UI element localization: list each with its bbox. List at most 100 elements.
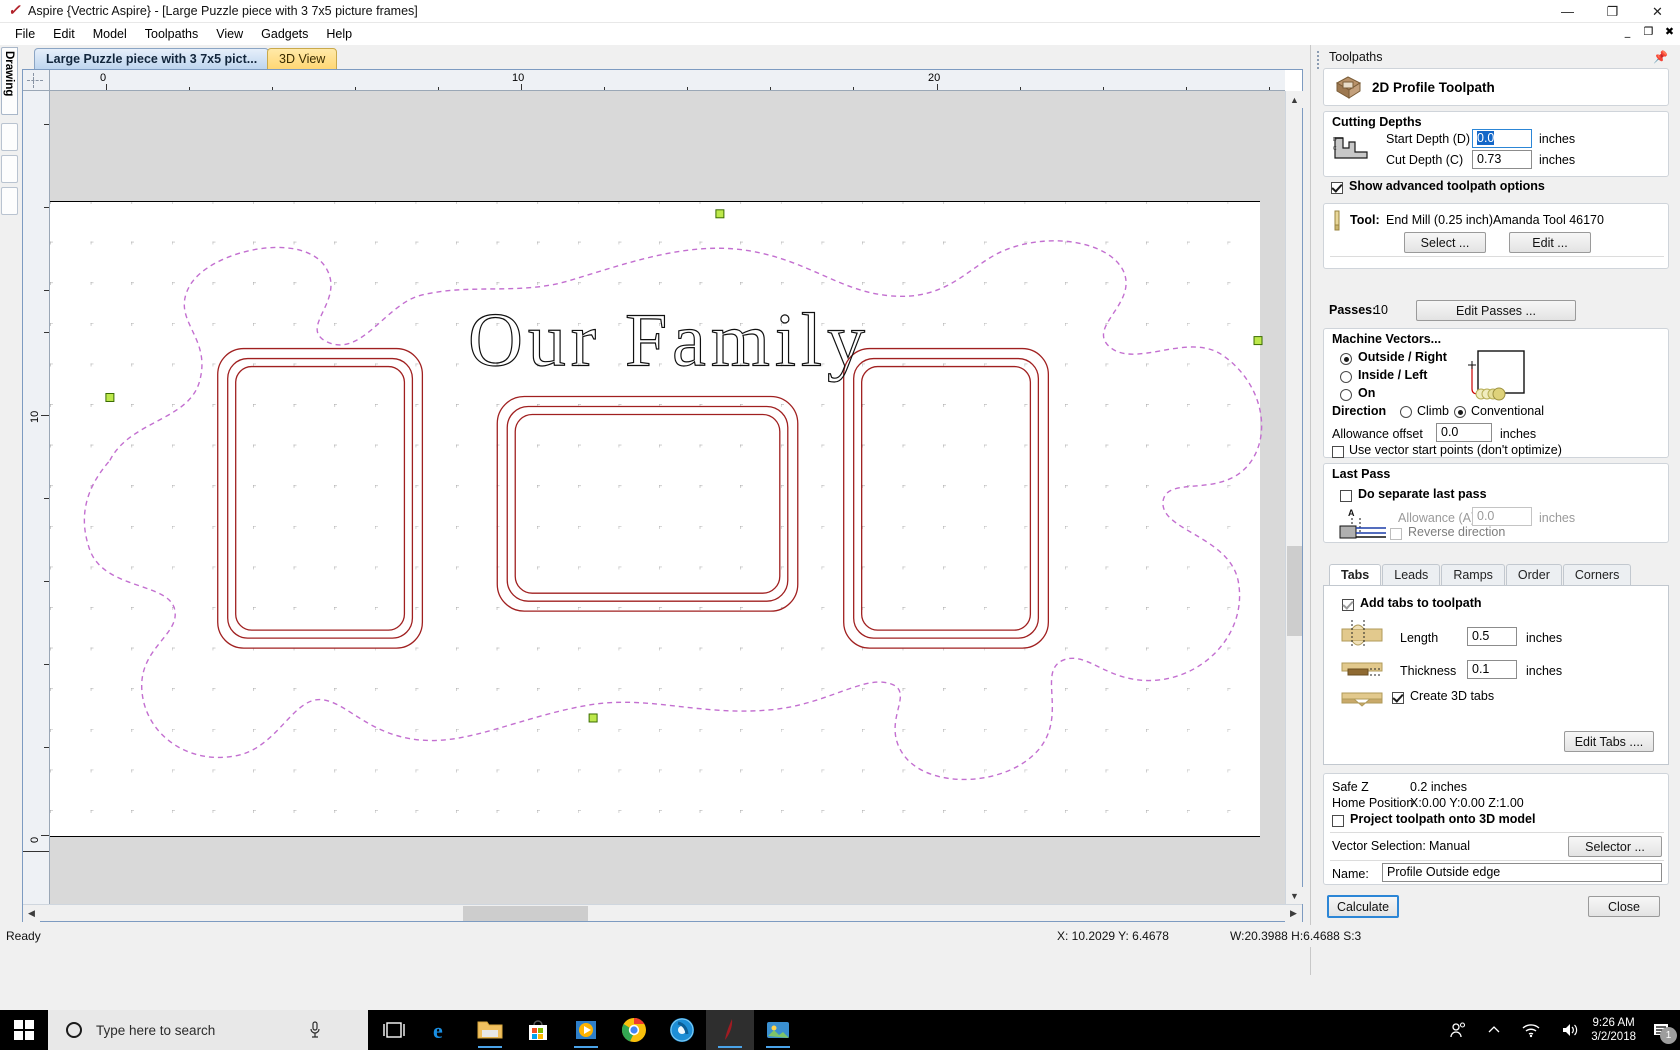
vectric-aspire-icon[interactable] [706, 1010, 754, 1050]
cut-depth-units: inches [1539, 153, 1576, 167]
toolpath-type-label: 2D Profile Toolpath [1372, 80, 1495, 95]
horizontal-scrollbar[interactable]: ◀ ▶ [23, 904, 1302, 922]
menu-edit[interactable]: Edit [44, 25, 84, 43]
menu-bar: File Edit Model Toolpaths View Gadgets H… [0, 23, 1680, 45]
radio-on[interactable] [1340, 389, 1352, 401]
hruler-label-20: 20 [928, 72, 941, 84]
horizontal-scroll-thumb[interactable] [463, 906, 588, 921]
menu-view[interactable]: View [207, 25, 252, 43]
scroll-left-arrow[interactable]: ◀ [23, 905, 40, 922]
radio-conventional[interactable] [1454, 406, 1466, 418]
do-separate-last-pass-checkbox[interactable] [1340, 490, 1352, 502]
hruler-label-0: 0 [100, 72, 107, 84]
sidebar-slot-2[interactable] [1, 155, 18, 183]
start-depth-input[interactable]: 0.0 [1472, 129, 1532, 148]
add-tabs-checkbox[interactable] [1342, 599, 1354, 611]
sidebar-tab-drawing-label: Drawing [3, 51, 15, 97]
notification-icon[interactable]: 1 [1652, 1022, 1677, 1044]
last-pass-label: Last Pass [1332, 467, 1391, 481]
tab-thickness-units: inches [1526, 664, 1563, 678]
project-toolpath-checkbox[interactable] [1332, 815, 1344, 827]
maximize-button[interactable]: ❐ [1590, 0, 1635, 23]
tab-length-input[interactable]: 0.5 [1467, 627, 1517, 646]
tab-tabs[interactable]: Tabs [1329, 564, 1382, 585]
search-input[interactable]: Type here to search [48, 1010, 368, 1050]
sidebar-slot-1[interactable] [1, 123, 18, 151]
menu-toolpaths[interactable]: Toolpaths [136, 25, 208, 43]
menu-file[interactable]: File [6, 25, 44, 43]
tab-ramps[interactable]: Ramps [1441, 564, 1505, 585]
show-advanced-checkbox[interactable] [1331, 182, 1343, 194]
create-3d-tabs-label: Create 3D tabs [1410, 689, 1495, 703]
vertical-scrollbar[interactable]: ▲ ▼ [1285, 91, 1303, 904]
radio-climb[interactable] [1400, 406, 1412, 418]
media-player-icon[interactable] [562, 1010, 610, 1050]
chevron-up-icon[interactable] [1487, 1023, 1501, 1037]
ruler-origin-corner[interactable] [23, 70, 50, 91]
create-3d-tabs-checkbox[interactable] [1392, 692, 1404, 704]
mdi-minimize-button[interactable]: _ [1621, 25, 1634, 38]
sidebar-slot-3[interactable] [1, 187, 18, 215]
taskbar-clock[interactable]: 9:26 AM 3/2/2018 [1591, 1016, 1636, 1044]
people-icon[interactable] [1449, 1021, 1467, 1039]
tab-thickness-input[interactable]: 0.1 [1467, 660, 1517, 679]
cut-depth-label: Cut Depth (C) [1386, 153, 1464, 167]
disc-icon[interactable] [658, 1010, 706, 1050]
toolpath-name-input[interactable]: Profile Outside edge [1382, 863, 1662, 882]
edge-icon[interactable]: e [418, 1010, 466, 1050]
minimize-button[interactable]: — [1545, 0, 1590, 23]
edit-passes-button[interactable]: Edit Passes ... [1416, 300, 1576, 321]
show-advanced-label: Show advanced toolpath options [1349, 179, 1545, 193]
wifi-icon[interactable] [1521, 1022, 1541, 1038]
microsoft-store-icon[interactable] [514, 1010, 562, 1050]
drawing-canvas-frame: 0 10 20 10 0 Our Family ▲ ▼ ◀ ▶ [22, 69, 1303, 922]
scroll-down-arrow[interactable]: ▼ [1286, 887, 1303, 904]
tab-corners[interactable]: Corners [1562, 564, 1632, 585]
drawing-viewport[interactable]: Our Family [50, 91, 1285, 904]
vector-artwork: Our Family [83, 209, 1263, 781]
mdi-restore-button[interactable]: ❐ [1642, 25, 1655, 38]
panel-grip-icon[interactable] [1317, 51, 1320, 69]
document-tab-row: Large Puzzle piece with 3 7x5 pict... 3D… [22, 48, 1302, 70]
microphone-icon[interactable] [308, 1021, 322, 1039]
windows-start-icon[interactable] [0, 1010, 48, 1050]
menu-help[interactable]: Help [317, 25, 361, 43]
allowance-a-input[interactable]: 0.0 [1472, 507, 1532, 526]
use-vector-start-checkbox[interactable] [1332, 446, 1344, 458]
pin-icon[interactable]: 📌 [1653, 50, 1668, 64]
allowance-offset-input[interactable]: 0.0 [1436, 423, 1492, 442]
tab-length-units: inches [1526, 631, 1563, 645]
tab-drawing-document[interactable]: Large Puzzle piece with 3 7x5 pict... [34, 48, 270, 70]
home-position-value: X:0.00 Y:0.00 Z:1.00 [1410, 796, 1524, 810]
add-tabs-label: Add tabs to toolpath [1360, 596, 1482, 610]
task-view-icon[interactable] [370, 1010, 418, 1050]
cut-depth-diagram-icon: D C [1333, 137, 1368, 159]
photos-app-icon[interactable] [754, 1010, 802, 1050]
edit-tabs-button[interactable]: Edit Tabs .... [1564, 731, 1654, 752]
menu-model[interactable]: Model [84, 25, 136, 43]
tab-leads[interactable]: Leads [1382, 564, 1441, 585]
close-button[interactable]: ✕ [1635, 0, 1680, 23]
sidebar-tab-drawing[interactable]: Drawing [1, 47, 18, 115]
file-explorer-icon[interactable] [466, 1010, 514, 1050]
radio-inside-left[interactable] [1340, 371, 1352, 383]
edit-tool-button[interactable]: Edit ... [1509, 232, 1591, 253]
volume-icon[interactable] [1561, 1022, 1581, 1038]
tab-3d-view[interactable]: 3D View [267, 48, 338, 70]
reverse-direction-checkbox[interactable] [1390, 528, 1402, 540]
tab-order[interactable]: Order [1505, 564, 1562, 585]
vertical-scroll-thumb[interactable] [1287, 546, 1302, 636]
selector-button[interactable]: Selector ... [1568, 836, 1662, 857]
2d-profile-toolpath-icon [1335, 76, 1362, 99]
select-tool-button[interactable]: Select ... [1404, 232, 1486, 253]
cut-depth-input[interactable]: 0.73 [1472, 150, 1532, 169]
scroll-up-arrow[interactable]: ▲ [1286, 91, 1303, 108]
close-panel-button[interactable]: Close [1588, 896, 1660, 917]
radio-outside-right[interactable] [1340, 353, 1352, 365]
vruler-label-10: 10 [29, 410, 41, 423]
menu-gadgets[interactable]: Gadgets [252, 25, 317, 43]
chrome-icon[interactable] [610, 1010, 658, 1050]
calculate-button[interactable]: Calculate [1327, 895, 1399, 918]
mdi-close-button[interactable]: ✖ [1663, 25, 1676, 38]
scroll-right-arrow[interactable]: ▶ [1285, 905, 1302, 922]
